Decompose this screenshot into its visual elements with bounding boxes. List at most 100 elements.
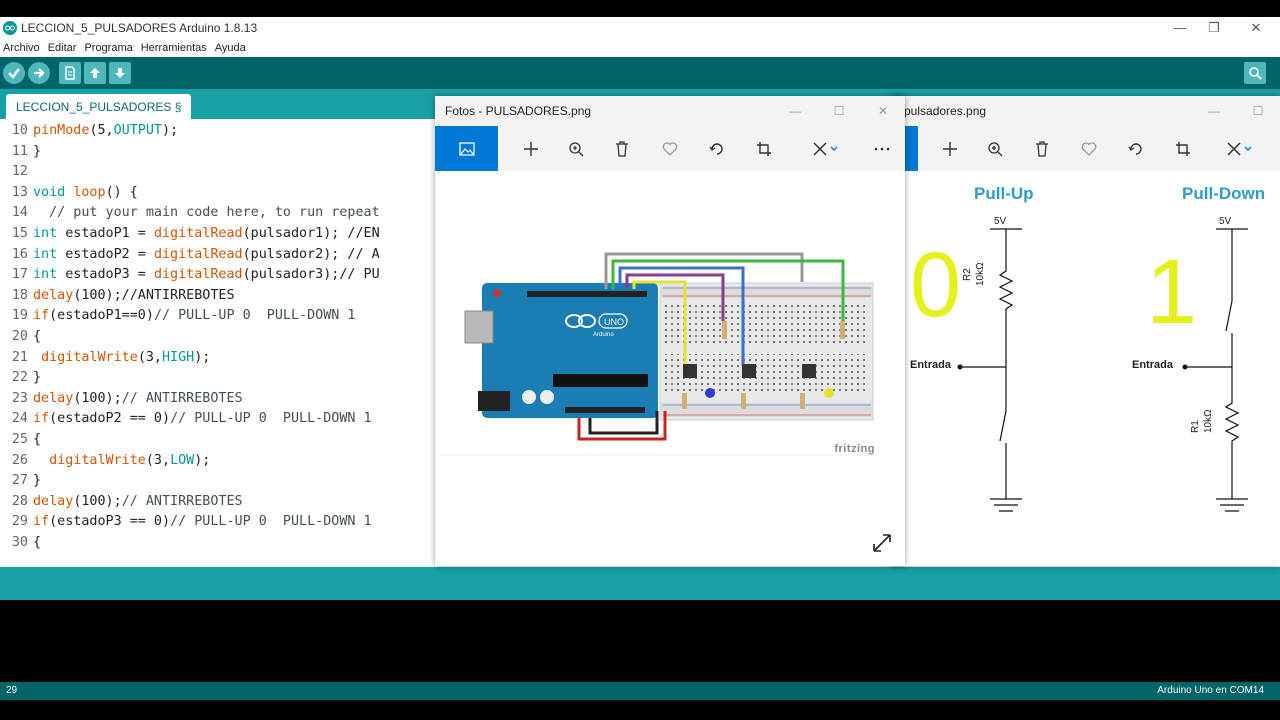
tab-leccion-5-pulsadores[interactable]: LECCION_5_PULSADORES § xyxy=(6,94,192,119)
code-line[interactable]: 10 pinMode(5,OUTPUT); xyxy=(0,121,178,142)
expand-icon[interactable] xyxy=(871,532,893,554)
zoom-in-icon[interactable] xyxy=(980,134,1010,164)
photos-window-pulsadores: pulsadores.png — ☐ Pull-Up Pull-Down 0 1… xyxy=(890,96,1280,566)
menu-programa[interactable]: Programa xyxy=(84,42,132,54)
add-icon[interactable] xyxy=(935,134,965,164)
code-token: (5, xyxy=(89,123,114,138)
code-line[interactable]: 27} xyxy=(0,471,41,492)
rotate-icon[interactable] xyxy=(702,134,732,164)
add-icon[interactable] xyxy=(516,134,546,164)
code-token: digitalWrite xyxy=(49,452,146,468)
serial-monitor-icon[interactable] xyxy=(1244,62,1266,84)
new-icon[interactable] xyxy=(59,62,81,84)
rotate-icon[interactable] xyxy=(1121,134,1151,164)
code-line[interactable]: 12 xyxy=(0,162,33,183)
code-token: (100);//ANTIRREBOTES xyxy=(73,287,235,303)
open-icon[interactable] xyxy=(84,62,106,84)
toolbar xyxy=(0,57,1280,89)
code-token: (pulsador2); // A xyxy=(242,246,380,262)
restore-icon[interactable]: ❐ xyxy=(1194,17,1234,38)
line-number: 17 xyxy=(11,267,28,283)
arduino-logo-icon xyxy=(3,20,17,35)
code-token: // put your main code here, to run repea… xyxy=(33,205,380,221)
code-token: estadoP3 = xyxy=(57,267,154,283)
save-icon[interactable] xyxy=(109,62,131,84)
code-line[interactable]: 25 { xyxy=(0,430,41,451)
delete-icon[interactable] xyxy=(607,134,637,164)
code-token: } xyxy=(33,473,42,489)
code-line[interactable]: 11} xyxy=(0,142,41,163)
menu-ayuda[interactable]: Ayuda xyxy=(215,42,246,54)
photos1-maximize-icon[interactable]: ☐ xyxy=(817,96,861,126)
upload-icon[interactable] xyxy=(28,62,50,84)
line-number: 14 xyxy=(11,205,28,221)
code-line[interactable]: 23 delay(100);// ANTIRREBOTES xyxy=(0,389,243,410)
code-token: estadoP2 = xyxy=(57,246,154,262)
code-token: (estadoP1==0) xyxy=(49,308,154,324)
line-number: 19 xyxy=(11,308,28,324)
code-token: ); xyxy=(194,452,211,468)
code-line[interactable]: 16 int estadoP2 = digitalRead(pulsador2);… xyxy=(0,245,380,266)
code-line[interactable]: 28 delay(100);// ANTIRREBOTES xyxy=(0,492,243,513)
photos1-minimize-icon[interactable]: — xyxy=(773,96,817,126)
code-line[interactable]: 26 digitalWrite(3,LOW); xyxy=(0,451,211,472)
photos-window-title: pulsadores.png xyxy=(904,104,987,118)
code-token: (pulsador3);// PU xyxy=(242,267,380,283)
verify-icon[interactable] xyxy=(3,62,25,84)
line-number: 18 xyxy=(11,287,28,303)
photos-minimize-icon[interactable]: — xyxy=(1192,96,1236,126)
code-line[interactable]: 18 delay(100);//ANTIRREBOTES xyxy=(0,286,235,307)
code-line[interactable]: 14 // put your main code here, to run re… xyxy=(0,203,380,224)
crop-icon[interactable] xyxy=(1168,134,1198,164)
favorite-icon[interactable] xyxy=(1074,134,1104,164)
crop-icon[interactable] xyxy=(749,134,779,164)
zoom-in-icon[interactable] xyxy=(561,134,591,164)
menu-editar[interactable]: Editar xyxy=(48,42,77,54)
code-token: // ANTIRREBOTES xyxy=(121,390,243,406)
menu-herramientas[interactable]: Herramientas xyxy=(141,42,207,54)
code-line[interactable]: 22} xyxy=(0,368,41,389)
more-icon[interactable] xyxy=(867,134,897,164)
code-line[interactable]: 24 if(estadoP2 == 0)// PULL-UP 0 PULL-DOW… xyxy=(0,409,372,430)
code-token: if xyxy=(33,514,50,530)
close-icon[interactable]: ✕ xyxy=(1236,17,1276,38)
delete-icon[interactable] xyxy=(1027,134,1057,164)
code-token: LOW xyxy=(170,452,195,468)
code-editor[interactable]: 10 pinMode(5,OUTPUT); 11} 12 13 void loop() {… xyxy=(0,119,440,567)
code-line[interactable]: 19 if(estadoP1==0)// PULL-UP 0 PULL-DOWN … xyxy=(0,306,356,327)
code-line[interactable]: 20 { xyxy=(0,327,41,348)
photos1-window-title: Fotos - PULSADORES.png xyxy=(445,104,592,118)
image-icon[interactable] xyxy=(435,126,498,171)
screen: LECCION_5_PULSADORES Arduino 1.8.13 — ❐ … xyxy=(0,0,1280,720)
code-token: (3, xyxy=(137,349,162,365)
photos1-toolbar xyxy=(435,126,905,171)
edit-icon[interactable] xyxy=(1224,134,1254,164)
code-line[interactable]: 29 if(estadoP3 == 0)// PULL-UP 0 PULL-DOW… xyxy=(0,512,372,533)
code-line[interactable]: 30 { xyxy=(0,533,41,554)
code-token: (100); xyxy=(73,493,122,509)
code-line[interactable]: 17 int estadoP3 = digitalRead(pulsador3);… xyxy=(0,265,380,286)
code-token: // PULL-UP 0 PULL-DOWN 1 xyxy=(170,514,372,530)
pulsadores-image: Pull-Up Pull-Down 0 1 5V 5V Entrada Entr… xyxy=(890,171,1280,566)
line-number: 16 xyxy=(11,246,28,262)
favorite-icon[interactable] xyxy=(655,134,685,164)
code-token: } xyxy=(33,143,42,159)
code-line[interactable]: 13 void loop() { xyxy=(0,183,138,204)
photos-maximize-icon[interactable]: ☐ xyxy=(1236,96,1280,126)
code-token: // PULL-UP 0 PULL-DOWN 1 xyxy=(170,411,372,427)
code-token: if xyxy=(33,411,50,427)
line-number: 22 xyxy=(11,370,28,386)
code-token: ); xyxy=(162,123,179,138)
edit-icon[interactable] xyxy=(807,134,843,164)
photos-toolbar xyxy=(890,126,1280,171)
code-line[interactable]: 21 digitalWrite(3,HIGH); xyxy=(0,348,211,369)
line-number: 29 xyxy=(11,514,28,530)
photos1-close-icon[interactable]: ✕ xyxy=(861,96,905,126)
code-token: (3, xyxy=(145,452,171,468)
board-label-arduino: Arduino xyxy=(593,332,614,338)
line-number: 30 xyxy=(11,535,28,550)
code-token: (pulsador1); //EN xyxy=(242,226,380,241)
code-line[interactable]: 15 int estadoP1 = digitalRead(pulsador1);… xyxy=(0,224,380,245)
menu-archivo[interactable]: Archivo xyxy=(3,42,40,54)
code-token: delay xyxy=(33,287,74,303)
